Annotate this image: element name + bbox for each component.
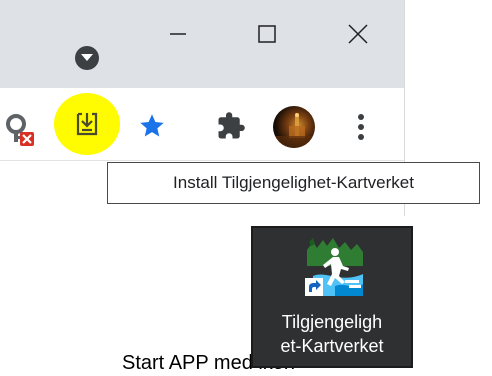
profile-dropdown-button[interactable] [75, 46, 99, 70]
install-app-icon [76, 112, 98, 136]
extensions-puzzle-icon [218, 112, 245, 139]
more-menu-button[interactable] [349, 110, 373, 144]
desktop-shortcut[interactable]: Tilgjengeligh et-Kartverket [251, 226, 413, 368]
install-tooltip: Install Tilgjengelighet-Kartverket [107, 162, 480, 204]
key-blocked-icon [6, 114, 34, 146]
install-app-button[interactable] [70, 107, 104, 141]
shortcut-label: Tilgjengeligh et-Kartverket [257, 310, 407, 358]
bookmark-star-button[interactable] [134, 108, 170, 144]
close-icon [348, 24, 368, 44]
shortcut-arrow-icon [305, 278, 323, 296]
maximize-button[interactable] [251, 18, 283, 50]
shortcut-label-line2: et-Kartverket [280, 336, 384, 356]
minimize-button[interactable] [162, 18, 194, 50]
browser-titlebar [0, 0, 404, 88]
more-menu-icon [358, 114, 364, 140]
shortcut-label-line1: Tilgjengeligh [281, 312, 383, 332]
extensions-button[interactable] [212, 107, 250, 145]
avatar-photo [273, 113, 315, 148]
chevron-down-icon [81, 54, 93, 61]
profile-avatar[interactable] [273, 106, 315, 148]
key-blocked-button[interactable] [4, 112, 36, 148]
close-button[interactable] [342, 18, 374, 50]
minimize-icon [170, 33, 186, 35]
maximize-icon [258, 25, 276, 43]
bookmark-star-icon [140, 114, 164, 137]
tooltip-text: Install Tilgjengelighet-Kartverket [173, 173, 414, 192]
